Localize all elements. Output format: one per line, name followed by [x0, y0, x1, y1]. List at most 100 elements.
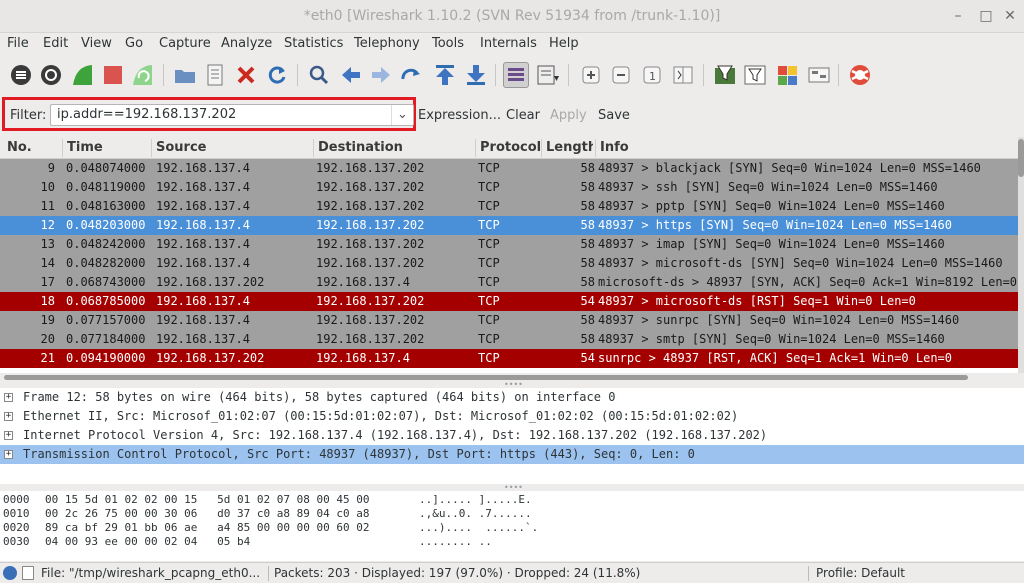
- column-separator[interactable]: [62, 139, 63, 157]
- details-tree-item[interactable]: + Ethernet II, Src: Microsof_01:02:07 (00…: [0, 407, 1024, 426]
- restart-capture-icon[interactable]: [130, 62, 156, 88]
- expand-icon[interactable]: +: [4, 450, 13, 459]
- save-file-icon[interactable]: [202, 62, 228, 88]
- last-packet-icon[interactable]: [463, 62, 489, 88]
- capture-comment-icon[interactable]: [22, 566, 34, 580]
- apply-button[interactable]: Apply: [550, 108, 587, 123]
- menu-go[interactable]: Go: [125, 36, 143, 51]
- maximize-icon[interactable]: □: [975, 6, 997, 26]
- packet-row[interactable]: 18 0.068785000 192.168.137.4 192.168.137.20…: [0, 292, 1018, 311]
- details-tree-item[interactable]: + Transmission Control Protocol, Src Port…: [0, 445, 1024, 464]
- menu-telephony[interactable]: Telephony: [354, 36, 420, 51]
- bytes-row[interactable]: 0020 89 ca bf 29 01 bb 06 ae a4 85 00 00 …: [0, 521, 1024, 535]
- packet-details-tree[interactable]: + Frame 12: 58 bytes on wire (464 bits), …: [0, 388, 1024, 484]
- column-separator[interactable]: [475, 139, 476, 157]
- back-icon[interactable]: [338, 62, 364, 88]
- column-separator[interactable]: [541, 139, 542, 157]
- first-packet-icon[interactable]: [432, 62, 458, 88]
- expand-icon[interactable]: +: [4, 431, 13, 440]
- scrollbar-thumb[interactable]: [1018, 139, 1024, 177]
- filter-highlight-box: Filter: ip.addr==192.168.137.202 ⌄: [2, 97, 416, 131]
- column-header-info[interactable]: Info: [600, 140, 629, 155]
- menu-edit[interactable]: Edit: [43, 36, 68, 51]
- packet-row[interactable]: 20 0.077184000 192.168.137.4 192.168.137.20…: [0, 330, 1018, 349]
- packet-row[interactable]: 13 0.048242000 192.168.137.4 192.168.137.20…: [0, 235, 1018, 254]
- colorize-icon[interactable]: [503, 62, 529, 88]
- menu-view[interactable]: View: [81, 36, 112, 51]
- packet-length: 54: [580, 351, 595, 365]
- menu-capture[interactable]: Capture: [159, 36, 211, 51]
- chevron-down-icon[interactable]: ⌄: [391, 105, 413, 125]
- expand-icon[interactable]: +: [4, 393, 13, 402]
- status-profile[interactable]: Profile: Default: [816, 566, 905, 580]
- coloring-rules-icon[interactable]: [775, 62, 801, 88]
- display-filter-input[interactable]: ip.addr==192.168.137.202 ⌄: [50, 104, 414, 126]
- packet-list[interactable]: No. Time Source Destination Protocol Len…: [0, 137, 1018, 373]
- packet-row[interactable]: 10 0.048119000 192.168.137.4 192.168.137.20…: [0, 178, 1018, 197]
- close-file-icon[interactable]: [233, 62, 259, 88]
- packet-row[interactable]: 9 0.048074000 192.168.137.4 192.168.137.202…: [0, 159, 1018, 178]
- column-header-source[interactable]: Source: [156, 140, 206, 155]
- interfaces-icon[interactable]: [8, 62, 34, 88]
- zoom-in-icon[interactable]: [578, 62, 604, 88]
- column-header-protocol[interactable]: Protocol: [480, 140, 541, 155]
- menu-internals[interactable]: Internals: [480, 36, 537, 51]
- packet-row[interactable]: 19 0.077157000 192.168.137.4 192.168.137.20…: [0, 311, 1018, 330]
- menu-tools[interactable]: Tools: [432, 36, 464, 51]
- column-header-no[interactable]: No.: [7, 140, 32, 155]
- resize-columns-icon[interactable]: [670, 62, 696, 88]
- column-header-time[interactable]: Time: [67, 140, 103, 155]
- bytes-row[interactable]: 0010 00 2c 26 75 00 00 30 06 d0 37 c0 a8 …: [0, 507, 1024, 521]
- preferences-icon[interactable]: [806, 62, 832, 88]
- capture-filters-icon[interactable]: [712, 62, 738, 88]
- pane-resize-handle[interactable]: ••••: [504, 484, 523, 492]
- expression-button[interactable]: Expression...: [418, 108, 501, 123]
- packet-row[interactable]: 11 0.048163000 192.168.137.4 192.168.137.20…: [0, 197, 1018, 216]
- normal-size-icon[interactable]: 1: [639, 62, 665, 88]
- packet-bytes-pane[interactable]: 0000 00 15 5d 01 02 02 00 15 5d 01 02 07 …: [0, 491, 1024, 561]
- details-tree-item[interactable]: + Internet Protocol Version 4, Src: 192.1…: [0, 426, 1024, 445]
- forward-icon[interactable]: [368, 62, 394, 88]
- stop-capture-icon[interactable]: [100, 62, 126, 88]
- details-tree-item[interactable]: + Frame 12: 58 bytes on wire (464 bits), …: [0, 388, 1024, 407]
- clear-button[interactable]: Clear: [506, 108, 540, 123]
- menu-help[interactable]: Help: [549, 36, 579, 51]
- expand-icon[interactable]: +: [4, 412, 13, 421]
- open-file-icon[interactable]: [172, 62, 198, 88]
- column-separator[interactable]: [313, 139, 314, 157]
- start-capture-icon[interactable]: [70, 62, 96, 88]
- expert-info-icon[interactable]: [3, 566, 17, 580]
- menu-file[interactable]: File: [7, 36, 29, 51]
- column-separator[interactable]: [595, 139, 596, 157]
- scrollbar-thumb[interactable]: [4, 375, 968, 380]
- options-icon[interactable]: [38, 62, 64, 88]
- column-header-length[interactable]: Length: [546, 140, 593, 155]
- packet-list-vscrollbar[interactable]: [1018, 137, 1024, 373]
- column-header-destination[interactable]: Destination: [318, 140, 403, 155]
- packet-row[interactable]: 14 0.048282000 192.168.137.4 192.168.137.20…: [0, 254, 1018, 273]
- bytes-row[interactable]: 0030 04 00 93 ee 00 00 02 04 05 b4.......…: [0, 535, 1024, 549]
- pane-resize-handle[interactable]: ••••: [504, 381, 523, 389]
- reload-icon[interactable]: [264, 62, 290, 88]
- minimize-icon[interactable]: –: [947, 6, 969, 26]
- packet-row[interactable]: 21 0.094190000 192.168.137.202 192.168.137.…: [0, 349, 1018, 368]
- bytes-row[interactable]: 0000 00 15 5d 01 02 02 00 15 5d 01 02 07 …: [0, 493, 1024, 507]
- packet-row[interactable]: 12 0.048203000 192.168.137.4 192.168.137.20…: [0, 216, 1018, 235]
- zoom-out-icon[interactable]: [608, 62, 634, 88]
- packet-row[interactable]: 17 0.068743000 192.168.137.202 192.168.137.…: [0, 273, 1018, 292]
- packet-no: 11: [40, 199, 55, 213]
- display-filters-icon[interactable]: [742, 62, 768, 88]
- packet-protocol: TCP: [478, 351, 500, 365]
- menu-statistics[interactable]: Statistics: [284, 36, 343, 51]
- autoscroll-icon[interactable]: [535, 62, 561, 88]
- save-filter-button[interactable]: Save: [598, 108, 630, 123]
- packet-length: 58: [580, 199, 595, 213]
- close-window-icon[interactable]: ✕: [999, 6, 1021, 26]
- goto-packet-icon[interactable]: [398, 62, 424, 88]
- byte-ascii: ........ ..: [419, 535, 492, 548]
- packet-destination: 192.168.137.202: [316, 218, 425, 232]
- help-icon[interactable]: [847, 62, 873, 88]
- menu-analyze[interactable]: Analyze: [221, 36, 272, 51]
- find-icon[interactable]: [306, 62, 332, 88]
- column-separator[interactable]: [151, 139, 152, 157]
